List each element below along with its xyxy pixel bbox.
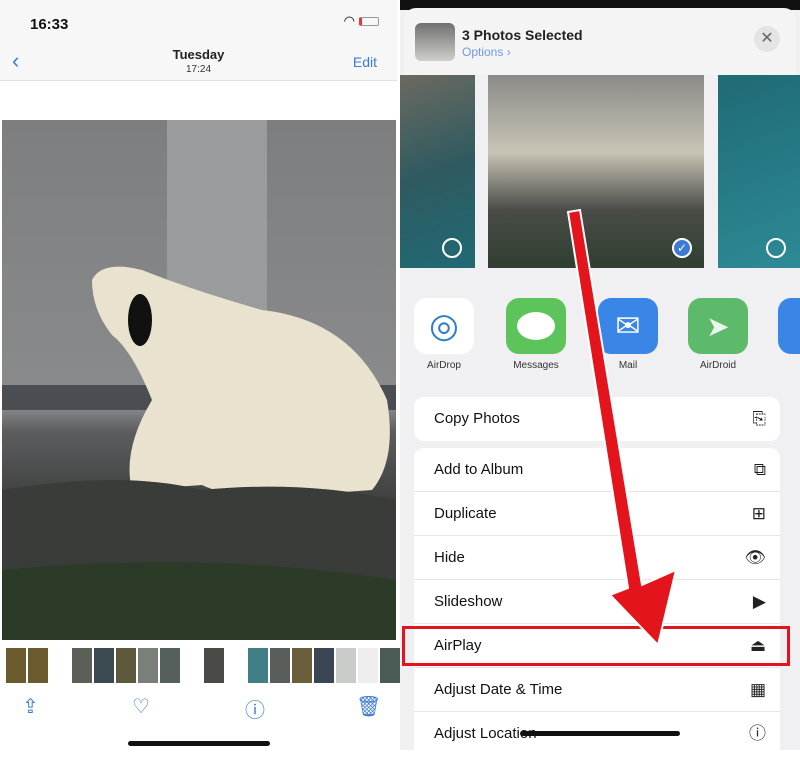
select-circle[interactable]: [442, 238, 462, 258]
airplay-highlight-box: [402, 626, 790, 666]
duplicate-icon: ⊞: [751, 504, 766, 523]
action-add-to-album[interactable]: Add to Album ⧉: [414, 448, 780, 492]
selection-title: 3 Photos Selected: [462, 27, 583, 43]
share-icon[interactable]: ⇪: [22, 694, 39, 719]
photo-option-2[interactable]: ✓: [488, 75, 704, 268]
action-label: Add to Album: [434, 461, 524, 478]
album-icon: ⧉: [753, 460, 766, 479]
thumbnail-strip[interactable]: [6, 648, 400, 683]
status-time: 16:33: [30, 16, 69, 33]
trash-icon[interactable]: 🗑: [356, 694, 381, 719]
copy-icon: ⎘: [752, 409, 766, 428]
action-label: Adjust Date & Time: [434, 681, 563, 698]
heart-icon[interactable]: ♡: [132, 694, 150, 719]
action-label: Slideshow: [434, 593, 503, 610]
selected-thumbnail: [415, 23, 455, 61]
checkmark-icon[interactable]: ✓: [672, 238, 692, 258]
action-group-top: Copy Photos ⎘: [414, 397, 780, 441]
app-partial[interactable]: Di: [776, 298, 800, 371]
location-icon: ⓘ: [749, 724, 766, 743]
nav-subtitle: 17:24: [185, 64, 212, 75]
action-group: Add to Album ⧉ Duplicate ⊞ Hide 👁 Slideshow…: [414, 448, 780, 768]
status-bar: 16:33 ◠: [0, 0, 397, 40]
app-label: Mail: [618, 360, 638, 371]
app-label: AirDrop: [427, 360, 461, 371]
options-link[interactable]: Options ›: [462, 45, 511, 59]
airdrop-icon: ◎: [414, 298, 474, 354]
select-circle[interactable]: [766, 238, 786, 258]
play-icon: ▶: [752, 592, 766, 611]
polar-bear-photo: [2, 120, 396, 640]
photo-option-3[interactable]: [718, 75, 800, 268]
action-adjust-date-time[interactable]: Adjust Date & Time ▦: [414, 668, 780, 712]
airdroid-icon: ➤: [688, 298, 748, 354]
close-button[interactable]: ✕: [754, 26, 780, 52]
action-label: Copy Photos: [434, 410, 520, 427]
home-indicator: [128, 741, 270, 746]
app-icon: [778, 298, 800, 354]
mail-icon: ✉: [598, 298, 658, 354]
home-indicator: [520, 731, 680, 736]
bottom-toolbar: ⇪ ♡ ⓘ 🗑: [0, 690, 397, 730]
nav-title: Tuesday: [172, 47, 225, 62]
action-duplicate[interactable]: Duplicate ⊞: [414, 492, 780, 536]
calendar-icon: ▦: [749, 680, 766, 699]
app-label: Messages: [513, 360, 559, 371]
app-airdroid[interactable]: ➤ AirDroid: [686, 298, 750, 371]
share-apps-row: ◎ AirDrop Messages ✉ Mail ➤ AirDroid Di: [400, 298, 800, 378]
share-sheet-header: 3 Photos Selected Options › ✕: [404, 8, 796, 75]
photo-viewer-screen: 16:33 ◠ ‹ Tuesday 17:24 Edit ⇪ ♡ ⓘ 🗑: [0, 0, 400, 750]
info-icon[interactable]: ⓘ: [245, 694, 265, 723]
app-messages[interactable]: Messages: [504, 298, 568, 371]
action-copy-photos[interactable]: Copy Photos ⎘: [414, 397, 780, 441]
photo-option-1[interactable]: [400, 75, 475, 268]
nav-bar: ‹ Tuesday 17:24 Edit: [0, 40, 397, 81]
app-label: Di: [776, 360, 800, 371]
eye-slash-icon: 👁: [744, 548, 766, 567]
app-mail[interactable]: ✉ Mail: [596, 298, 660, 371]
action-label: Hide: [434, 549, 465, 566]
battery-icon: [359, 17, 379, 26]
wifi-icon: ◠: [343, 13, 355, 28]
app-airdrop[interactable]: ◎ AirDrop: [412, 298, 476, 371]
edit-button[interactable]: Edit: [353, 54, 377, 70]
action-label: Duplicate: [434, 505, 497, 522]
app-label: AirDroid: [699, 360, 737, 371]
messages-icon: [506, 298, 566, 354]
action-slideshow[interactable]: Slideshow ▶: [414, 580, 780, 624]
action-hide[interactable]: Hide 👁: [414, 536, 780, 580]
